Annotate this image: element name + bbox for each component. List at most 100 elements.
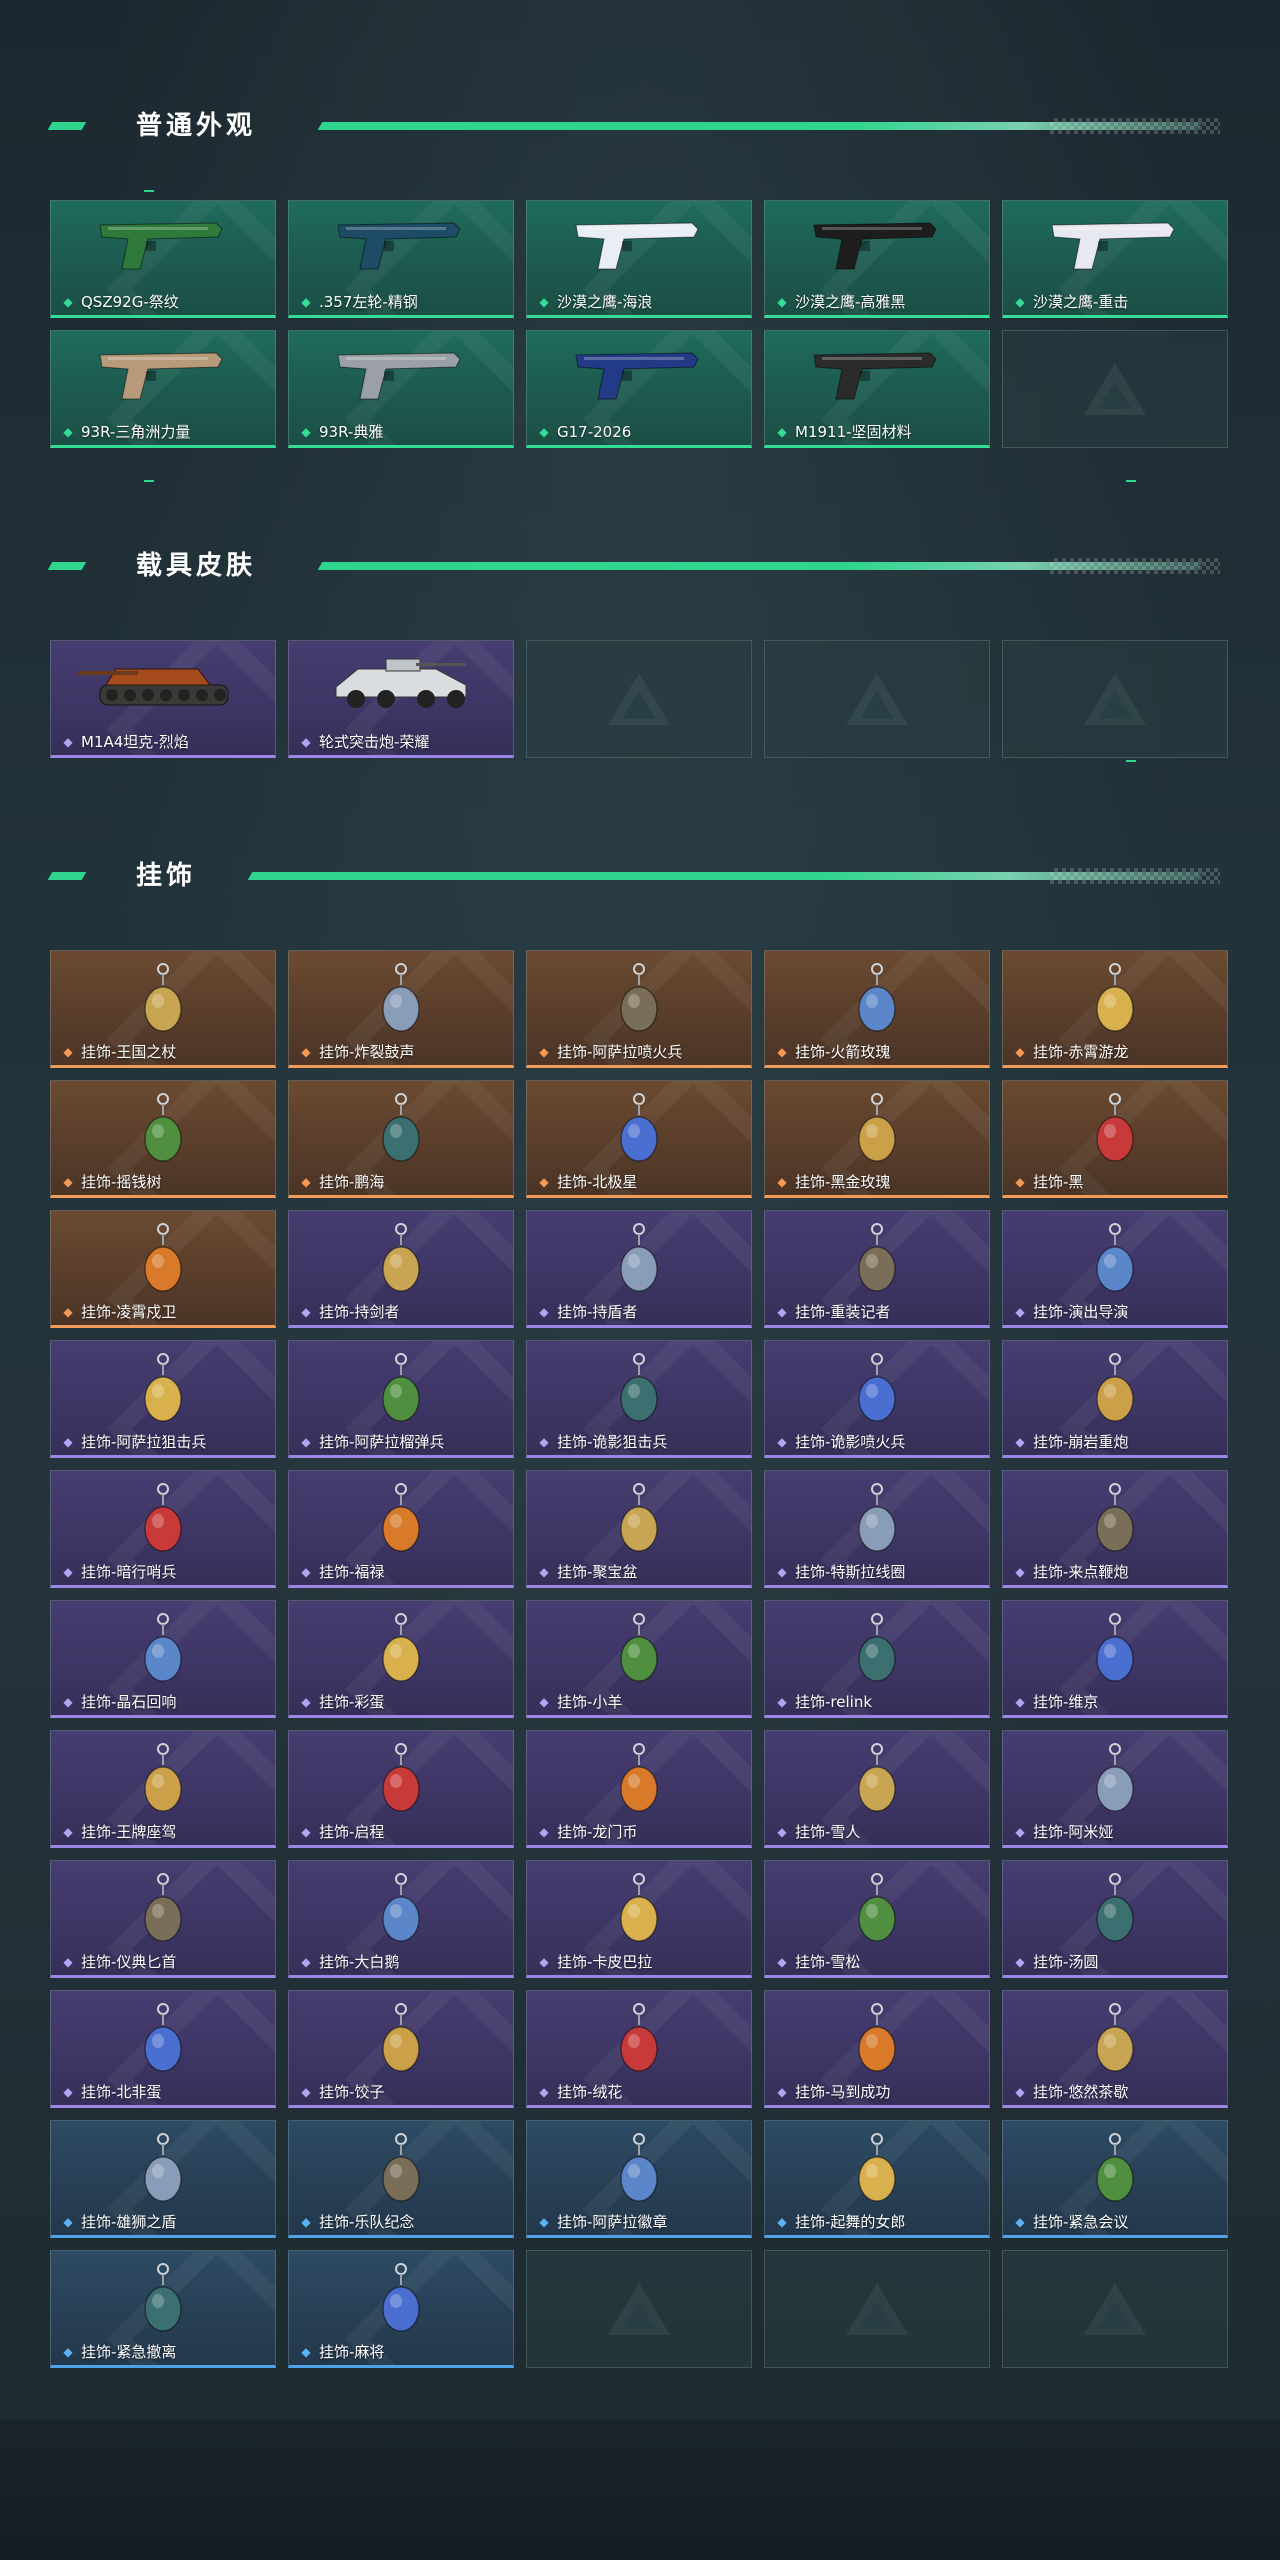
charm-icon	[128, 1091, 198, 1167]
weapon-card[interactable]: ◆ .357左轮-精钢	[288, 200, 514, 318]
rarity-icon: ◆	[777, 1045, 787, 1059]
weapon-card[interactable]: ◆ G17-2026	[526, 330, 752, 448]
header-dash	[47, 872, 87, 880]
rarity-icon: ◆	[63, 1695, 73, 1709]
charm-card[interactable]: ◆ 挂饰-麻将	[288, 2250, 514, 2368]
charm-card[interactable]: ◆ 挂饰-乐队纪念	[288, 2120, 514, 2238]
charm-card[interactable]: ◆ 挂饰-黑金玫瑰	[764, 1080, 990, 1198]
vehicle-card[interactable]: ◆ 轮式突击炮-荣耀	[288, 640, 514, 758]
charm-card[interactable]: ◆ 挂饰-仪典匕首	[50, 1860, 276, 1978]
charm-card[interactable]: ◆ 挂饰-鹏海	[288, 1080, 514, 1198]
charm-card[interactable]: ◆ 挂饰-持剑者	[288, 1210, 514, 1328]
charm-card[interactable]: ◆ 挂饰-启程	[288, 1730, 514, 1848]
charm-icon	[842, 961, 912, 1037]
charm-card[interactable]: ◆ 挂饰-特斯拉线圈	[764, 1470, 990, 1588]
charm-card[interactable]: ◆ 挂饰-炸裂鼓声	[288, 950, 514, 1068]
charm-icon	[366, 2001, 436, 2077]
empty-slot	[526, 640, 752, 758]
item-label: 挂饰-汤圆	[1033, 1953, 1099, 1971]
charm-icon	[128, 2261, 198, 2337]
rarity-icon: ◆	[63, 735, 73, 749]
rarity-icon: ◆	[539, 1435, 549, 1449]
charm-card[interactable]: ◆ 挂饰-北极星	[526, 1080, 752, 1198]
charm-icon	[1080, 2131, 1150, 2207]
charm-card[interactable]: ◆ 挂饰-阿萨拉喷火兵	[526, 950, 752, 1068]
charm-card[interactable]: ◆ 挂饰-雪松	[764, 1860, 990, 1978]
delta-logo-icon	[842, 2279, 912, 2339]
charm-card[interactable]: ◆ 挂饰-绒花	[526, 1990, 752, 2108]
weapon-card[interactable]: ◆ 沙漠之鹰-海浪	[526, 200, 752, 318]
charm-card[interactable]: ◆ 挂饰-阿萨拉狙击兵	[50, 1340, 276, 1458]
item-label: .357左轮-精钢	[319, 293, 418, 311]
weapon-card[interactable]: ◆ 93R-三角洲力量	[50, 330, 276, 448]
charm-icon	[842, 1221, 912, 1297]
charm-card[interactable]: ◆ 挂饰-起舞的女郎	[764, 2120, 990, 2238]
weapon-card[interactable]: ◆ QSZ92G-祭纹	[50, 200, 276, 318]
charm-card[interactable]: ◆ 挂饰-重装记者	[764, 1210, 990, 1328]
charm-card[interactable]: ◆ 挂饰-王牌座驾	[50, 1730, 276, 1848]
weapon-card[interactable]: ◆ 沙漠之鹰-高雅黑	[764, 200, 990, 318]
charm-card[interactable]: ◆ 挂饰-福禄	[288, 1470, 514, 1588]
charm-card[interactable]: ◆ 挂饰-维京	[1002, 1600, 1228, 1718]
charm-card[interactable]: ◆ 挂饰-赤霄游龙	[1002, 950, 1228, 1068]
charm-card[interactable]: ◆ 挂饰-暗行哨兵	[50, 1470, 276, 1588]
charm-icon	[842, 1481, 912, 1557]
vehicle-card[interactable]: ◆ M1A4坦克-烈焰	[50, 640, 276, 758]
charm-card[interactable]: ◆ 挂饰-崩岩重炮	[1002, 1340, 1228, 1458]
rarity-icon: ◆	[63, 1825, 73, 1839]
weapon-card[interactable]: ◆ 93R-典雅	[288, 330, 514, 448]
charm-card[interactable]: ◆ 挂饰-黑	[1002, 1080, 1228, 1198]
charm-card[interactable]: ◆ 挂饰-北非蛋	[50, 1990, 276, 2108]
charm-card[interactable]: ◆ 挂饰-卡皮巴拉	[526, 1860, 752, 1978]
charm-card[interactable]: ◆ 挂饰-汤圆	[1002, 1860, 1228, 1978]
charm-card[interactable]: ◆ 挂饰-阿萨拉榴弹兵	[288, 1340, 514, 1458]
charm-card[interactable]: ◆ 挂饰-紧急会议	[1002, 2120, 1228, 2238]
item-label: 挂饰-雪人	[795, 1823, 861, 1841]
charm-card[interactable]: ◆ 挂饰-大白鹅	[288, 1860, 514, 1978]
rarity-icon: ◆	[539, 295, 549, 309]
charm-card[interactable]: ◆ 挂饰-王国之杖	[50, 950, 276, 1068]
charm-card[interactable]: ◆ 挂饰-晶石回响	[50, 1600, 276, 1718]
charm-icon	[842, 2001, 912, 2077]
rarity-icon: ◆	[777, 1565, 787, 1579]
charm-card[interactable]: ◆ 挂饰-诡影狙击兵	[526, 1340, 752, 1458]
weapon-card[interactable]: ◆ 沙漠之鹰-重击	[1002, 200, 1228, 318]
charm-icon	[128, 1611, 198, 1687]
charm-card[interactable]: ◆ 挂饰-马到成功	[764, 1990, 990, 2108]
charm-card[interactable]: ◆ 挂饰-relink	[764, 1600, 990, 1718]
rarity-icon: ◆	[63, 2085, 73, 2099]
rarity-icon: ◆	[301, 295, 311, 309]
charm-icon	[128, 1871, 198, 1947]
item-label: 沙漠之鹰-重击	[1033, 293, 1129, 311]
item-label: 挂饰-小羊	[557, 1693, 623, 1711]
charm-card[interactable]: ◆ 挂饰-阿萨拉徽章	[526, 2120, 752, 2238]
charm-icon	[1080, 1871, 1150, 1947]
charm-card[interactable]: ◆ 挂饰-摇钱树	[50, 1080, 276, 1198]
weapon-card[interactable]: ◆ M1911-坚固材料	[764, 330, 990, 448]
charm-card[interactable]: ◆ 挂饰-诡影喷火兵	[764, 1340, 990, 1458]
charm-card[interactable]: ◆ 挂饰-小羊	[526, 1600, 752, 1718]
charm-card[interactable]: ◆ 挂饰-持盾者	[526, 1210, 752, 1328]
item-label: 挂饰-摇钱树	[81, 1173, 162, 1191]
charm-card[interactable]: ◆ 挂饰-雪人	[764, 1730, 990, 1848]
charm-card[interactable]: ◆ 挂饰-火箭玫瑰	[764, 950, 990, 1068]
item-label: M1A4坦克-烈焰	[81, 733, 189, 751]
charm-card[interactable]: ◆ 挂饰-悠然茶歇	[1002, 1990, 1228, 2108]
pistol-blue-icon	[564, 345, 714, 403]
charm-icon	[842, 1351, 912, 1427]
charm-icon	[128, 1351, 198, 1427]
charm-card[interactable]: ◆ 挂饰-聚宝盆	[526, 1470, 752, 1588]
section-title: 挂饰	[136, 861, 197, 891]
charm-card[interactable]: ◆ 挂饰-雄狮之盾	[50, 2120, 276, 2238]
rarity-icon: ◆	[301, 2345, 311, 2359]
charm-card[interactable]: ◆ 挂饰-饺子	[288, 1990, 514, 2108]
section-header: 普通外观	[47, 106, 1230, 146]
charm-card[interactable]: ◆ 挂饰-紧急撤离	[50, 2250, 276, 2368]
charm-card[interactable]: ◆ 挂饰-彩蛋	[288, 1600, 514, 1718]
charm-card[interactable]: ◆ 挂饰-演出导演	[1002, 1210, 1228, 1328]
rarity-icon: ◆	[301, 1695, 311, 1709]
charm-card[interactable]: ◆ 挂饰-来点鞭炮	[1002, 1470, 1228, 1588]
charm-card[interactable]: ◆ 挂饰-龙门币	[526, 1730, 752, 1848]
charm-card[interactable]: ◆ 挂饰-凌霄戍卫	[50, 1210, 276, 1328]
charm-card[interactable]: ◆ 挂饰-阿米娅	[1002, 1730, 1228, 1848]
